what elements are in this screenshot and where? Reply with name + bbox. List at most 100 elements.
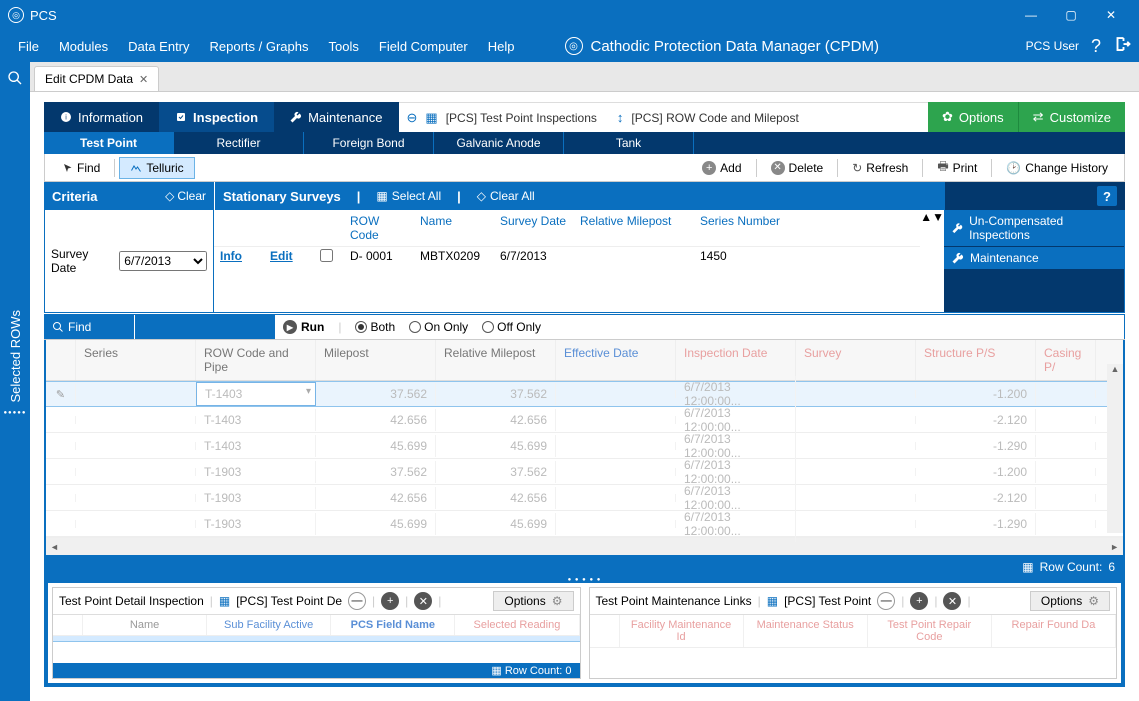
col-casing-ps[interactable]: Casing P/ xyxy=(1036,340,1096,380)
clear-all-button[interactable]: ◇Clear All xyxy=(477,189,535,203)
col-row-code[interactable]: ROW Code and Pipe xyxy=(196,340,316,380)
survey-date-select[interactable]: 6/7/2013 xyxy=(119,251,207,271)
surveys-title: Stationary Surveys xyxy=(223,189,341,204)
table-row[interactable]: ✎T-140337.56237.5626/7/2013 12:00:00...-… xyxy=(46,381,1123,407)
maximize-button[interactable]: ▢ xyxy=(1051,0,1091,30)
survey-grid-header: ROW Code Name Survey Date Relative Milep… xyxy=(214,210,920,247)
bottom-panels: Test Point Detail Inspection| ▦ [PCS] Te… xyxy=(44,583,1125,687)
grid-icon: ▦ xyxy=(1022,560,1033,574)
tab-label: Edit CPDM Data xyxy=(45,72,133,86)
row-count-value: 6 xyxy=(1108,560,1115,574)
tab-inspection[interactable]: Inspection xyxy=(159,102,274,132)
grid-vscroll[interactable]: ▲ xyxy=(1107,364,1123,533)
search-icon[interactable] xyxy=(7,70,23,90)
delete-row-button[interactable]: ✕ xyxy=(943,592,961,610)
maintenance-side-button[interactable]: Maintenance xyxy=(944,247,1124,270)
menu-modules[interactable]: Modules xyxy=(49,39,118,54)
edit-link[interactable]: Edit xyxy=(264,247,314,267)
collapse-button[interactable]: — xyxy=(877,592,895,610)
tab-maintenance[interactable]: Maintenance xyxy=(274,102,398,132)
radio-both[interactable]: Both xyxy=(355,320,395,334)
brand-label: Cathodic Protection Data Manager (CPDM) xyxy=(591,38,879,55)
col-milepost[interactable]: Milepost xyxy=(316,340,436,380)
customize-button[interactable]: ⇄ Customize xyxy=(1018,102,1125,132)
add-button[interactable]: +Add xyxy=(692,158,751,178)
user-label[interactable]: PCS User xyxy=(1026,39,1079,53)
minimize-button[interactable]: — xyxy=(1011,0,1051,30)
grid-icon: ▦ xyxy=(491,665,501,677)
uncompensated-button[interactable]: Un-Compensated Inspections xyxy=(944,210,1124,247)
subnav-galvanic-anode[interactable]: Galvanic Anode xyxy=(434,132,564,154)
menu-reports-graphs[interactable]: Reports / Graphs xyxy=(200,39,319,54)
grid-icon: ▦ xyxy=(425,110,437,126)
collapse-icon[interactable]: ⊖ xyxy=(407,110,418,126)
table-row[interactable]: T-140345.69945.6996/7/2013 12:00:00...-1… xyxy=(46,433,1123,459)
subnav-tank[interactable]: Tank xyxy=(564,132,694,154)
selected-rows-label[interactable]: Selected ROWs xyxy=(8,310,23,402)
col-inspection-date[interactable]: Inspection Date xyxy=(676,340,796,380)
tab-information[interactable]: i Information xyxy=(44,102,159,132)
info-link[interactable]: Info xyxy=(214,247,264,267)
tab-edit-cpdm[interactable]: Edit CPDM Data ✕ xyxy=(34,66,159,91)
grid-hscroll[interactable]: ◄► xyxy=(46,537,1123,555)
radio-on-only[interactable]: On Only xyxy=(409,320,468,334)
col-survey[interactable]: Survey xyxy=(796,340,916,380)
help-icon[interactable]: ? xyxy=(1091,36,1101,57)
add-row-button[interactable]: + xyxy=(381,592,399,610)
find-button[interactable]: Find xyxy=(51,158,110,178)
breadcrumb-1[interactable]: [PCS] Test Point Inspections xyxy=(446,111,597,125)
delete-row-button[interactable]: ✕ xyxy=(414,592,432,610)
app-logo-icon: ◎ xyxy=(8,7,24,23)
panel-detail-inspection: Test Point Detail Inspection| ▦ [PCS] Te… xyxy=(52,587,581,679)
print-button[interactable]: 🖶Print xyxy=(927,154,987,181)
telluric-button[interactable]: Telluric xyxy=(119,157,194,179)
find-box[interactable]: Find xyxy=(44,315,134,339)
menubar: File Modules Data Entry Reports / Graphs… xyxy=(0,30,1139,62)
subnav-foreign-bond[interactable]: Foreign Bond xyxy=(304,132,434,154)
rail-grip-icon[interactable]: ●●●●● xyxy=(3,410,26,416)
menu-data-entry[interactable]: Data Entry xyxy=(118,39,199,54)
collapse-button[interactable]: — xyxy=(348,592,366,610)
table-row[interactable]: T-190342.65642.6566/7/2013 12:00:00...-2… xyxy=(46,485,1123,511)
options-button[interactable]: ✿ Options xyxy=(928,102,1018,132)
logout-icon[interactable] xyxy=(1113,35,1131,58)
grid-footer: ▦ Row Count: 6 xyxy=(44,557,1125,577)
ribbon: i Information Inspection Maintenance ⊖ ▦… xyxy=(44,102,1125,132)
survey-row[interactable]: Info Edit D- 0001 MBTX0209 6/7/2013 1450 xyxy=(214,247,920,267)
add-row-button[interactable]: + xyxy=(910,592,928,610)
menu-help[interactable]: Help xyxy=(478,39,525,54)
change-history-button[interactable]: 🕑Change History xyxy=(996,158,1118,178)
col-series[interactable]: Series xyxy=(76,340,196,380)
table-row[interactable]: T-140342.65642.6566/7/2013 12:00:00...-2… xyxy=(46,407,1123,433)
breadcrumb-2[interactable]: [PCS] ROW Code and Milepost xyxy=(631,111,798,125)
grid-icon: ▦ xyxy=(376,189,387,203)
survey-row-checkbox[interactable] xyxy=(320,249,333,262)
panel-options-button[interactable]: Options⚙ xyxy=(493,591,573,611)
table-row[interactable]: T-190345.69945.6996/7/2013 12:00:00...-1… xyxy=(46,511,1123,537)
subnav-test-point[interactable]: Test Point xyxy=(44,132,174,154)
help-button[interactable]: ? xyxy=(1097,186,1117,206)
menu-file[interactable]: File xyxy=(8,39,49,54)
table-row[interactable]: T-190337.56237.5626/7/2013 12:00:00...-1… xyxy=(46,459,1123,485)
col-structure-ps[interactable]: Structure P/S xyxy=(916,340,1036,380)
survey-scrollbar[interactable]: ▲▼ xyxy=(920,210,944,312)
refresh-button[interactable]: ↻Refresh xyxy=(842,158,918,178)
panel-options-button[interactable]: Options⚙ xyxy=(1030,591,1110,611)
window-title: PCS xyxy=(30,8,57,23)
subnav-rectifier[interactable]: Rectifier xyxy=(174,132,304,154)
col-effective-date[interactable]: Effective Date xyxy=(556,340,676,380)
delete-button[interactable]: ✕Delete xyxy=(761,158,834,178)
toolbar: Find Telluric +Add ✕Delete ↻Refresh 🖶Pri… xyxy=(44,154,1125,182)
menu-field-computer[interactable]: Field Computer xyxy=(369,39,478,54)
radio-off-only[interactable]: Off Only xyxy=(482,320,541,334)
select-all-button[interactable]: ▦Select All xyxy=(376,189,441,203)
col-rel-milepost[interactable]: Relative Milepost xyxy=(436,340,556,380)
breadcrumb: ⊖ ▦ [PCS] Test Point Inspections ↕ [PCS]… xyxy=(399,102,928,132)
gear-icon: ✿ xyxy=(942,109,953,125)
grid-icon: ▦ xyxy=(767,594,778,608)
clear-criteria-button[interactable]: ◇Clear xyxy=(165,189,206,203)
run-button[interactable]: ▶Run xyxy=(283,320,324,334)
close-button[interactable]: ✕ xyxy=(1091,0,1131,30)
menu-tools[interactable]: Tools xyxy=(319,39,369,54)
tab-close-icon[interactable]: ✕ xyxy=(139,73,148,86)
